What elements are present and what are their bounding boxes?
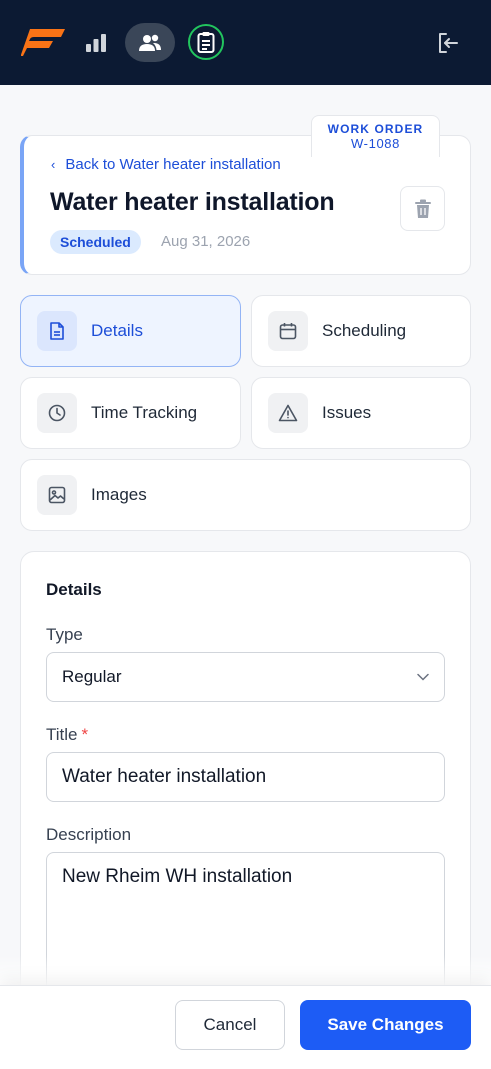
trash-icon [414, 199, 431, 218]
tab-images[interactable]: Images [20, 459, 471, 531]
image-icon [37, 475, 77, 515]
users-icon[interactable] [125, 23, 175, 62]
status-badge: Scheduled [50, 230, 141, 254]
title-input[interactable] [46, 752, 445, 802]
scroll-fade [0, 955, 491, 985]
clipboard-icon[interactable] [188, 24, 224, 60]
description-label: Description [46, 825, 132, 844]
delete-button[interactable] [400, 186, 445, 231]
back-link[interactable]: ‹ Back to Water heater installation [51, 156, 281, 173]
tab-label: Issues [322, 403, 372, 422]
tab-label: Details [91, 321, 143, 340]
work-order-number: W-1088 [351, 136, 400, 151]
logout-icon[interactable] [432, 27, 464, 59]
clock-icon [37, 393, 77, 433]
type-label: Type [46, 625, 83, 644]
tab-scheduling[interactable]: Scheduling [251, 295, 471, 367]
bar-chart-icon[interactable] [80, 27, 112, 59]
scheduled-date: Aug 31, 2026 [161, 233, 251, 250]
work-order-tag: WORK ORDER W-1088 [311, 115, 440, 157]
tab-label: Time Tracking [91, 403, 198, 422]
back-link-text: Back to Water heater installation [65, 156, 281, 173]
tab-time-tracking[interactable]: Time Tracking [20, 377, 241, 449]
required-mark: * [81, 725, 89, 744]
tab-issues[interactable]: Issues [251, 377, 471, 449]
save-changes-button[interactable]: Save Changes [300, 1000, 471, 1050]
calendar-icon [268, 311, 308, 351]
title-label: Title * [46, 725, 88, 745]
work-order-label: WORK ORDER [327, 122, 424, 136]
warning-icon [268, 393, 308, 433]
tab-label: Scheduling [322, 321, 407, 340]
type-select-value: Regular [62, 667, 122, 686]
chevron-down-icon [417, 673, 429, 681]
section-title: Details [46, 580, 102, 599]
document-icon [37, 311, 77, 351]
type-select[interactable]: Regular [46, 652, 445, 702]
brand-logo[interactable] [21, 28, 65, 57]
tab-label: Images [91, 485, 147, 504]
title-label-text: Title [46, 725, 78, 744]
tab-details[interactable]: Details [20, 295, 241, 367]
chevron-left-icon: ‹ [51, 157, 56, 172]
page-title: Water heater installation [50, 188, 335, 216]
top-nav-bar [0, 0, 491, 85]
cancel-button[interactable]: Cancel [175, 1000, 285, 1050]
